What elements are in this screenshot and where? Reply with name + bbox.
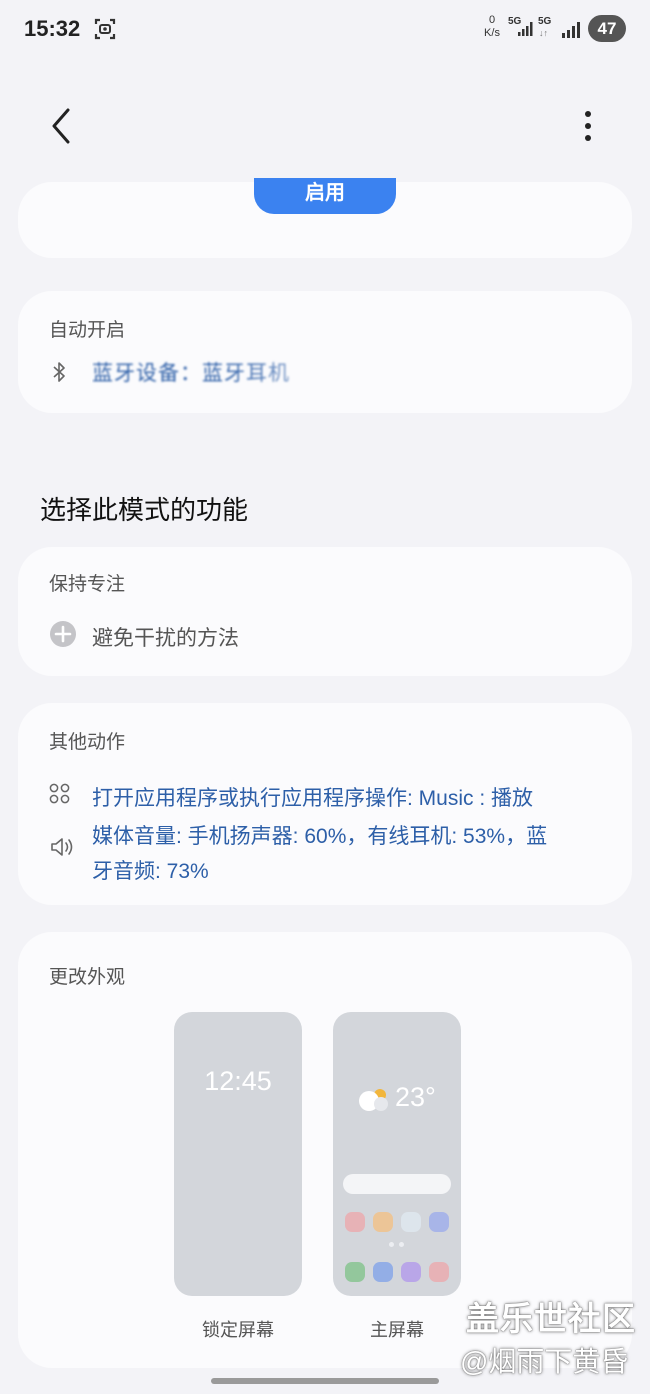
add-distraction-method[interactable]: 避免干扰的方法 [92,622,239,652]
app-icon-preview [373,1212,393,1232]
watermark-author: @烟雨下黄昏 [460,1346,629,1377]
app-icon-preview [401,1262,421,1282]
other-actions-label: 其他动作 [49,732,126,753]
stay-focused-card: 保持专注 避免干扰的方法 [18,547,632,676]
media-volume-action[interactable]: 媒体音量: 手机扬声器: 60%，有线耳机: 53%，蓝 牙音频: 73% [92,819,547,889]
network-speed: 0 K/s [480,14,504,40]
weather-partly-cloudy-icon [359,1089,388,1111]
home-screen-preview[interactable]: 23° [333,1012,461,1296]
sim1-signal: 5G [508,16,536,42]
sim2-network-type: 5G [538,16,552,27]
network-speed-value: 0 [488,14,496,26]
back-icon[interactable] [44,106,78,146]
status-time: 15:32 [24,16,81,41]
mode-toggle-card: 启用 [18,178,632,258]
app-icon-preview [345,1212,365,1232]
weather-temperature: 23° [395,1082,436,1112]
status-bar: 15:32 0 K/s 5G 5G ↓↑ 47 [0,0,650,60]
app-icon-preview [345,1262,365,1282]
enable-button[interactable]: 启用 [254,178,396,214]
volume-icon [51,838,73,856]
signal-bars-icon [562,22,580,38]
app-icon-preview [401,1212,421,1232]
signal-bars-icon [518,22,533,36]
lock-screen-time: 12:45 [204,1066,272,1096]
search-bar-preview [343,1174,451,1194]
appearance-label: 更改外观 [49,967,126,988]
home-screen-caption: 主屏幕 [370,1320,424,1340]
auto-start-trigger: 蓝牙设备：蓝牙耳机 [92,362,290,385]
screen-recorder-icon [94,18,116,40]
apps-icon [49,783,70,804]
app-icon-preview [429,1262,449,1282]
watermark-community: 盖乐世社区 [466,1300,636,1337]
open-app-action[interactable]: 打开应用程序或执行应用程序操作: Music : 播放 [92,782,533,812]
page-indicator-dot [399,1242,404,1247]
lock-screen-caption: 锁定屏幕 [202,1320,274,1340]
add-circle-icon[interactable] [49,620,77,648]
more-options-icon[interactable] [574,106,602,146]
page-indicator-dot [389,1242,394,1247]
home-indicator[interactable] [211,1378,439,1384]
media-volume-line-1: 媒体音量: 手机扬声器: 60%，有线耳机: 53%，蓝 [92,825,548,848]
app-icon-preview [429,1212,449,1232]
section-heading: 选择此模式的功能 [40,495,249,525]
auto-start-card[interactable]: 自动开启 蓝牙设备：蓝牙耳机 [18,291,632,413]
data-arrows-icon: ↓↑ [539,28,548,38]
app-icon-preview [373,1262,393,1282]
other-actions-card: 其他动作 打开应用程序或执行应用程序操作: Music : 播放 媒体音量: 手… [18,703,632,905]
bluetooth-icon [53,362,65,382]
media-volume-line-2: 牙音频: 73% [92,860,209,883]
network-speed-unit: K/s [484,27,500,39]
auto-start-label: 自动开启 [49,320,126,341]
battery-indicator: 47 [588,15,626,42]
lock-screen-preview[interactable]: 12:45 [174,1012,302,1296]
stay-focused-label: 保持专注 [49,574,126,595]
